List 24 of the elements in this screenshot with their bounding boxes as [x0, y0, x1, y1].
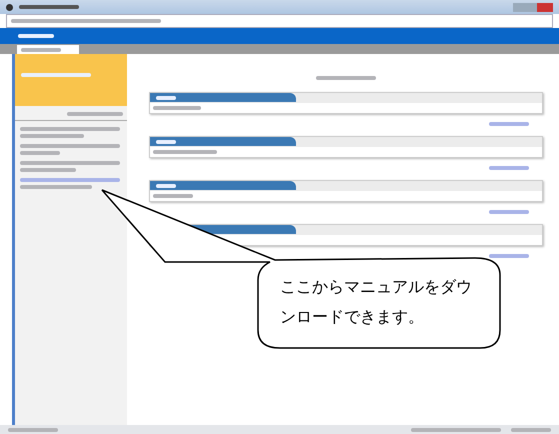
blurred-text — [20, 151, 60, 155]
blurred-text — [20, 185, 92, 189]
blurred-link[interactable] — [489, 122, 529, 126]
callout-text: ここからマニュアルをダウンロードできます。 — [280, 276, 473, 328]
blurred-text — [8, 428, 58, 432]
browser-icon — [6, 4, 13, 10]
blurred-text — [20, 168, 76, 172]
blurred-text — [316, 76, 376, 80]
blurred-text — [153, 150, 217, 154]
blurred-link[interactable] — [489, 254, 529, 258]
tab[interactable] — [17, 45, 79, 54]
window-controls-icon[interactable] — [513, 2, 553, 12]
blurred-text — [153, 194, 193, 198]
blurred-text — [18, 34, 54, 38]
blurred-text — [20, 134, 84, 138]
blurred-text — [19, 5, 79, 9]
blurred-text — [67, 112, 123, 116]
address-bar[interactable] — [6, 14, 553, 28]
blurred-link[interactable] — [20, 178, 120, 182]
blurred-link[interactable] — [489, 210, 529, 214]
blurred-link[interactable] — [489, 166, 529, 170]
blurred-text — [21, 73, 91, 77]
blurred-text — [153, 106, 201, 110]
blurred-text — [511, 428, 551, 432]
